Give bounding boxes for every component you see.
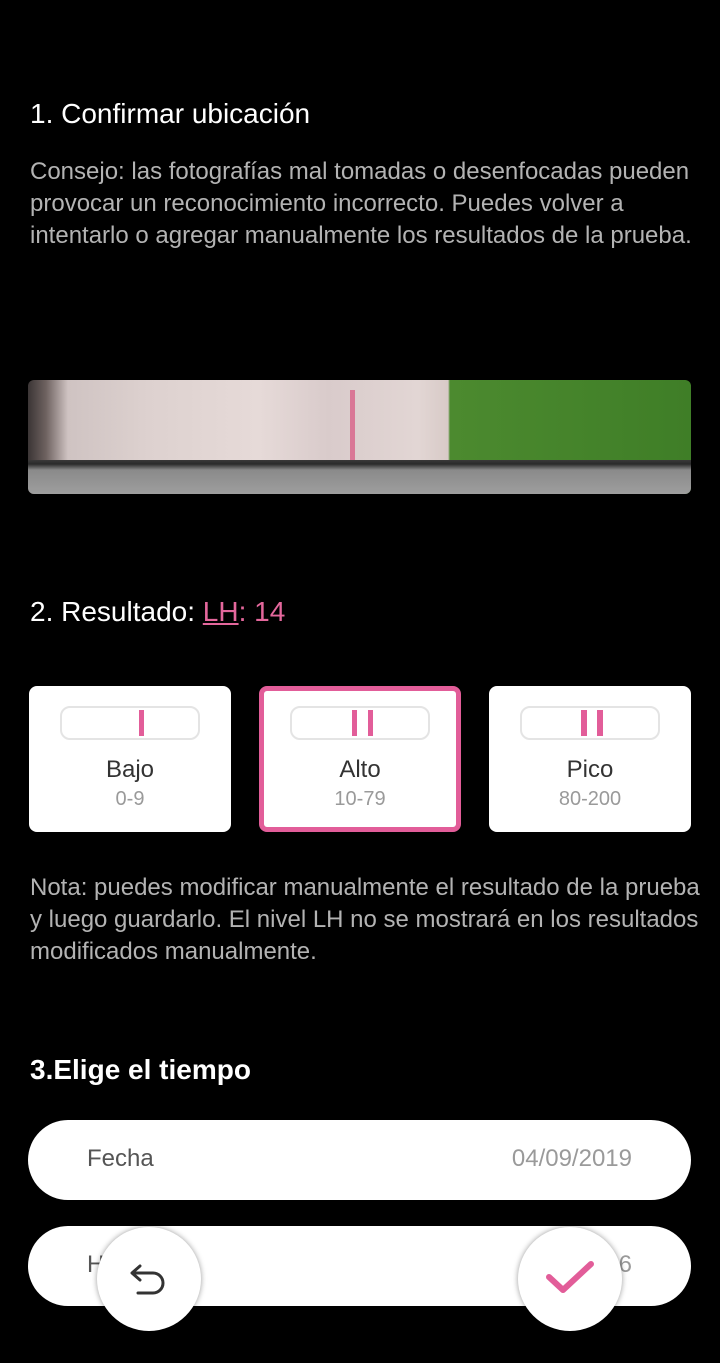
test-line	[350, 390, 355, 462]
undo-button[interactable]	[97, 1227, 201, 1331]
step3-title: 3.Elige el tiempo	[30, 1054, 251, 1085]
strip-icon	[60, 706, 200, 740]
confirm-button[interactable]	[518, 1227, 622, 1331]
result-prefix: 2. Resultado:	[30, 596, 203, 627]
strip-icon	[290, 706, 430, 740]
step1-tip: Consejo: las fotografías mal tomadas o d…	[30, 158, 692, 249]
result-heading: 2. Resultado: LH: 14	[30, 596, 285, 628]
strip-icon	[520, 706, 660, 740]
undo-icon	[126, 1254, 172, 1305]
test-strip-image	[28, 380, 691, 494]
check-icon	[544, 1257, 596, 1302]
option-label: Pico	[566, 756, 614, 783]
step1-title: 1. Confirmar ubicación	[30, 98, 311, 129]
lh-value: : 14	[238, 596, 286, 627]
option-card-bajo[interactable]: Bajo 0-9	[29, 686, 231, 832]
date-value: 04/09/2019	[511, 1145, 632, 1172]
option-range: 10-79	[334, 788, 386, 810]
option-label: Bajo	[105, 756, 155, 783]
strip-shadow	[28, 460, 691, 494]
option-card-alto[interactable]: Alto 10-79	[259, 686, 461, 832]
option-range: 80-200	[558, 788, 622, 810]
option-range: 0-9	[115, 788, 145, 810]
option-label: Alto	[339, 756, 381, 783]
result-note: Nota: puedes modificar manualmente el re…	[30, 874, 700, 965]
option-card-pico[interactable]: Pico 80-200	[489, 686, 691, 832]
lh-link[interactable]: LH	[203, 596, 239, 627]
date-row[interactable]: Fecha 04/09/2019	[28, 1120, 691, 1200]
date-label: Fecha	[87, 1145, 154, 1172]
